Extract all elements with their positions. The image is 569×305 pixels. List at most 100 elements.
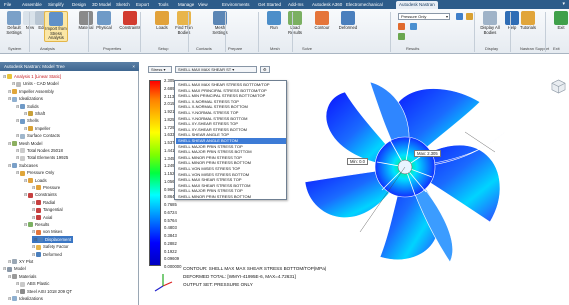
result-component-value: SHELL MAX MAX SHEAR ST: [178, 67, 232, 72]
close-icon[interactable]: ×: [132, 62, 135, 71]
tree-item-constraints[interactable]: ⊟ Constraints: [24, 191, 57, 198]
tab-electromechanical[interactable]: Electromechanical: [346, 1, 383, 9]
tree-item-axial[interactable]: ⊟ Axial: [32, 214, 52, 221]
tree-item-surface-contacts[interactable]: ⊟ Surface Contacts: [16, 132, 60, 139]
tab-get-started[interactable]: Get Started: [258, 1, 281, 9]
legend-value: 1.056: [164, 178, 175, 184]
tree-item-pressure-only[interactable]: ⊟ Pressure Only: [16, 169, 54, 176]
constraints-button[interactable]: Constraints: [118, 11, 142, 31]
result-type-value: Stress: [151, 67, 163, 72]
tree-item-units-cad-model[interactable]: ⊟ Units - CAD Model: [12, 80, 59, 87]
model-tree-title-bar: Autodesk Nastran: Model Tree ×: [0, 62, 139, 71]
chevron-down-icon: ▾: [445, 14, 448, 19]
ribbon-button-label: Deformed: [338, 25, 358, 30]
tab-design[interactable]: Design: [72, 1, 86, 9]
impeller-model[interactable]: [290, 72, 520, 272]
tree-item-results[interactable]: ⊟ Results: [24, 221, 49, 228]
tree-item-loads[interactable]: ⊟ Loads: [24, 177, 47, 184]
tab-export[interactable]: Export: [136, 1, 149, 9]
ribbon-button-label: Find Thin Bodies: [175, 25, 193, 35]
tab-3d-model[interactable]: 3D Model: [92, 1, 111, 9]
results-tool-icon[interactable]: [410, 23, 417, 30]
tree-item-pressure[interactable]: ⊟ Pressure: [32, 184, 60, 191]
tree-node-icon: [20, 103, 25, 109]
tree-item-subcases[interactable]: ⊟ Subcases: [8, 162, 38, 169]
tab-environments[interactable]: Environments: [222, 1, 250, 9]
legend-value: 1.441: [164, 147, 175, 153]
tree-item-shells[interactable]: ⊟ Shells: [16, 117, 39, 124]
ribbon-button-label: Constraints: [119, 25, 141, 30]
tab-tools[interactable]: Tools: [158, 1, 169, 9]
tab-autodesk-nastran[interactable]: Autodesk Nastran: [396, 1, 438, 9]
results-subcase-dropdown[interactable]: Pressure Only ▾: [398, 13, 450, 20]
ribbon-minimize-icon[interactable]: ▾: [562, 0, 565, 9]
physical-button[interactable]: Physical: [92, 11, 116, 31]
legend-value: 0.3843: [164, 233, 177, 238]
exit-button[interactable]: Exit: [549, 11, 569, 31]
results-tool-icon[interactable]: [398, 23, 405, 30]
result-component-list: SHELL MAX MAX SHEAR STRESS BOTTOM/TOP SHE…: [174, 80, 287, 200]
tree-item-xy-plot[interactable]: ⊟ XY Plot: [8, 258, 33, 265]
legend-value: 0.000000: [164, 264, 182, 269]
mesh-settings-button[interactable]: Mesh Settings: [208, 11, 232, 35]
tree-item-shaft[interactable]: ⊟ Shaft: [24, 110, 45, 117]
results-tool-icon[interactable]: [466, 13, 473, 20]
caption-output-set: OUTPUT SET: PRESSURE ONLY: [183, 282, 253, 287]
tutorials-icon: [521, 11, 535, 25]
tree-item-solids[interactable]: ⊟ Solids: [16, 103, 39, 110]
tab-sketch[interactable]: Sketch: [116, 1, 130, 9]
graphics-viewport[interactable]: Stress ▾ SHELL MAX MAX SHEAR ST ▾ ⚙ 2.30…: [140, 62, 569, 305]
tree-item-label: Constraints: [35, 192, 57, 198]
tab-file[interactable]: File: [4, 1, 11, 9]
contour-button[interactable]: Contour: [310, 11, 334, 31]
options-icon[interactable]: ⚙: [260, 66, 270, 73]
legend-value: 0.5764: [164, 217, 177, 223]
tab-manage[interactable]: Manage: [178, 1, 194, 9]
tree-item-von-mises[interactable]: ⊟ von Mises: [32, 228, 62, 235]
display-all-bodies-button[interactable]: Display All Bodies: [478, 11, 502, 35]
load-results-icon: [288, 11, 302, 25]
tree-item-steel-aisi-1018-209-qt[interactable]: ⊟ Steel AISI 1018 209 QT: [16, 288, 72, 295]
tab-autodesk-a360[interactable]: Autodesk A360: [312, 1, 342, 9]
tree-node-icon: [20, 281, 25, 287]
import-from-stress-analysis-button[interactable]: Import from Stress Analysis: [44, 11, 68, 42]
tree-item-model[interactable]: ⊟ Model: [3, 265, 26, 272]
tree-item-impeller[interactable]: ⊟ Impeller: [24, 125, 50, 132]
tree-item-idealizations[interactable]: ⊟ Idealizations: [8, 95, 43, 102]
tree-item-deformed[interactable]: ⊟ Deformed: [32, 251, 62, 258]
tree-item-displacement[interactable]: ⊟ Displacement: [32, 235, 74, 243]
tree-item-mesh-model[interactable]: ⊟ Mesh Model: [8, 140, 42, 147]
view-cube-icon[interactable]: [551, 79, 566, 94]
tree-item-idealizations[interactable]: ⊟ Idealizations: [8, 295, 43, 302]
tree-item-abs-plastic[interactable]: ⊟ ABS Plastic: [16, 280, 49, 287]
tree-item-radial[interactable]: ⊟ Radial: [32, 199, 55, 206]
results-tool-icon[interactable]: [398, 33, 405, 40]
ribbon-tab-bar: ▾ File Assemble Simplify Design 3D Model Sket…: [0, 0, 569, 9]
tree-node-icon: [36, 244, 41, 250]
legend-value: 1.152: [164, 171, 175, 176]
loads-button[interactable]: Loads: [150, 11, 174, 31]
group-label-properties: Properties: [103, 46, 122, 51]
tree-item-total-elements-19925[interactable]: ⊟ Total Elements 19925: [16, 154, 68, 161]
tab-add-ins[interactable]: Add-Ins: [288, 1, 304, 9]
result-component-dropdown[interactable]: SHELL MAX MAX SHEAR ST ▾: [175, 66, 257, 73]
tree-item-safety-factor[interactable]: ⊟ Safety Factor: [32, 243, 69, 250]
deformed-button[interactable]: Deformed: [336, 11, 360, 31]
tree-item-total-nodes-25018[interactable]: ⊟ Total Nodes 25018: [16, 147, 63, 154]
tab-view[interactable]: View: [198, 1, 208, 9]
load-results-button[interactable]: Load Results: [283, 11, 307, 35]
tree-item-analysis-1-linear-static-[interactable]: ⊟ Analysis 1 [Linear Static]: [3, 73, 61, 80]
tree-item-materials[interactable]: ⊟ Materials: [8, 273, 36, 280]
results-tool-icon[interactable]: [456, 13, 463, 20]
result-type-dropdown[interactable]: Stress ▾: [148, 66, 172, 73]
tree-node-icon: [12, 296, 17, 302]
result-component-option[interactable]: SHELL MINOR PRIN STRESS BOTTOM: [176, 194, 286, 199]
tutorials-button[interactable]: Tutorials: [516, 11, 540, 31]
tree-item-tangential[interactable]: ⊟ Tangential: [32, 206, 63, 213]
find-thin-bodies-button[interactable]: Find Thin Bodies: [172, 11, 196, 35]
legend-value: 0.09609: [164, 256, 180, 262]
tab-assemble[interactable]: Assemble: [22, 1, 42, 9]
tree-item-impeller-assembly[interactable]: ⊟ Impeller Assembly: [8, 88, 54, 95]
tab-simplify[interactable]: Simplify: [48, 1, 64, 9]
tree-node-icon: [36, 185, 41, 191]
